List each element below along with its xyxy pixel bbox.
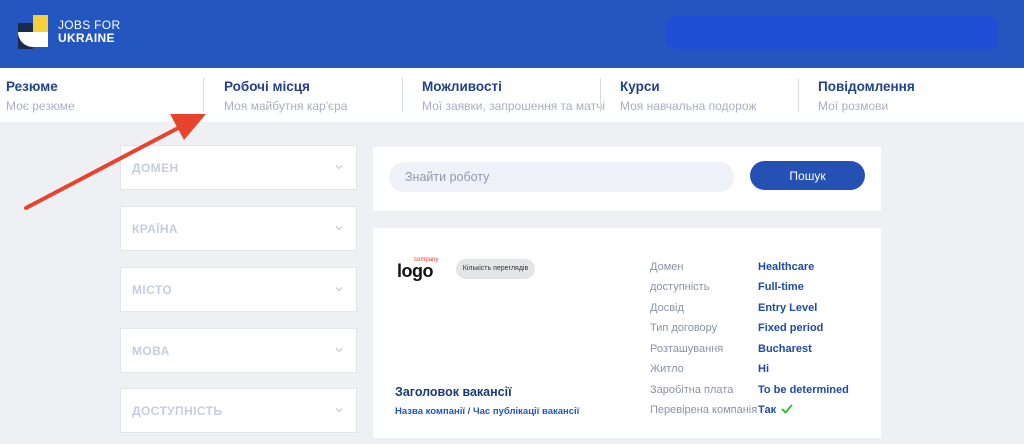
chevron-down-icon — [335, 165, 343, 170]
nav-item-title: Резюме — [6, 79, 58, 94]
nav-divider — [798, 78, 799, 112]
nav-item-resume[interactable]: Резюме Моє резюме — [6, 68, 75, 122]
job-search-card: Пошук — [373, 147, 881, 211]
chevron-down-icon — [335, 287, 343, 292]
nav-item-opportunities[interactable]: Можливості Мої заявки, запрошення та мат… — [422, 68, 605, 122]
detail-row: Розташування Bucharest — [650, 343, 880, 363]
chevron-down-icon — [335, 226, 343, 231]
chevron-down-icon — [335, 348, 343, 353]
brand-line-2: UKRAINE — [58, 31, 115, 45]
detail-row: Заробітна плата To be determined — [650, 384, 880, 404]
jobs-for-ukraine-logo-icon[interactable] — [16, 15, 50, 49]
detail-value: Healthcare — [758, 261, 815, 273]
detail-key: Розташування — [650, 343, 724, 355]
detail-row: Перевірена компанія Так — [650, 404, 880, 424]
company-logo-text: logo — [397, 261, 434, 281]
filter-label: МОВА — [132, 344, 170, 358]
detail-key: Тип договору — [650, 322, 718, 334]
filter-label: МІСТО — [132, 283, 173, 297]
detail-value: Hi — [758, 363, 769, 375]
nav-item-subtitle: Моє резюме — [6, 99, 75, 113]
filter-label: ДОМЕН — [132, 161, 179, 175]
nav-item-subtitle: Мої розмови — [818, 99, 889, 113]
nav-item-title: Робочі місця — [224, 79, 310, 94]
filter-availability[interactable]: ДОСТУПНІСТЬ — [120, 388, 357, 433]
job-listing-card[interactable]: company logo Кількість переглядів Заголо… — [373, 228, 881, 438]
filter-label: КРАЇНА — [132, 222, 178, 236]
filter-country[interactable]: КРАЇНА — [120, 206, 357, 251]
header-search-bar[interactable] — [666, 16, 998, 50]
detail-value: Так — [758, 404, 777, 416]
job-company-line[interactable]: Назва компанії / Час публікації вакансії — [395, 406, 579, 417]
detail-key: доступність — [650, 281, 710, 293]
filter-domain[interactable]: ДОМЕН — [120, 145, 357, 190]
filter-label: ДОСТУПНІСТЬ — [132, 404, 223, 418]
nav-item-courses[interactable]: Курси Моя навчальна подорож — [620, 68, 756, 122]
chevron-down-icon — [335, 408, 343, 413]
filter-city[interactable]: МІСТО — [120, 267, 357, 312]
nav-item-messages[interactable]: Повідомлення Мої розмови — [818, 68, 915, 122]
detail-key: Житло — [650, 363, 684, 375]
nav-divider — [600, 78, 601, 112]
main-navigation: Резюме Моє резюме Робочі місця Моя майбу… — [0, 68, 1024, 122]
detail-value: Full-time — [758, 281, 804, 293]
detail-row: доступність Full-time — [650, 281, 880, 301]
nav-item-subtitle: Мої заявки, запрошення та матчі — [422, 99, 605, 113]
job-title[interactable]: Заголовок вакансії — [395, 385, 512, 399]
nav-item-title: Курси — [620, 79, 660, 94]
nav-item-title: Можливості — [422, 79, 502, 94]
nav-divider — [203, 78, 204, 112]
brand-wordmark[interactable]: JOBS FOR UKRAINE — [58, 19, 120, 45]
detail-value: To be determined — [758, 384, 849, 396]
detail-key: Заробітна плата — [650, 384, 734, 396]
nav-item-title: Повідомлення — [818, 79, 915, 94]
detail-key: Перевірена компанія — [650, 404, 758, 416]
detail-row: Тип договору Fixed period — [650, 322, 880, 342]
detail-value: Fixed period — [758, 322, 824, 334]
views-count-badge: Кількість переглядів — [456, 259, 535, 279]
detail-row: Досвід Entry Level — [650, 302, 880, 322]
filter-language[interactable]: МОВА — [120, 328, 357, 373]
detail-row: Домен Healthcare — [650, 261, 880, 281]
detail-value: Entry Level — [758, 302, 818, 314]
top-header: JOBS FOR UKRAINE — [0, 0, 1024, 68]
detail-key: Досвід — [650, 302, 684, 314]
nav-item-subtitle: Моя навчальна подорож — [620, 99, 757, 113]
nav-item-jobs[interactable]: Робочі місця Моя майбутня кар'єра — [224, 68, 347, 122]
search-button[interactable]: Пошук — [750, 161, 865, 190]
company-logo: company logo — [397, 257, 438, 281]
nav-divider — [402, 78, 403, 112]
detail-value: Bucharest — [758, 343, 812, 355]
check-icon — [781, 404, 793, 414]
detail-key: Домен — [650, 261, 684, 273]
nav-item-subtitle: Моя майбутня кар'єра — [224, 99, 348, 113]
detail-row: Житло Hi — [650, 363, 880, 383]
job-search-input[interactable] — [389, 162, 734, 192]
